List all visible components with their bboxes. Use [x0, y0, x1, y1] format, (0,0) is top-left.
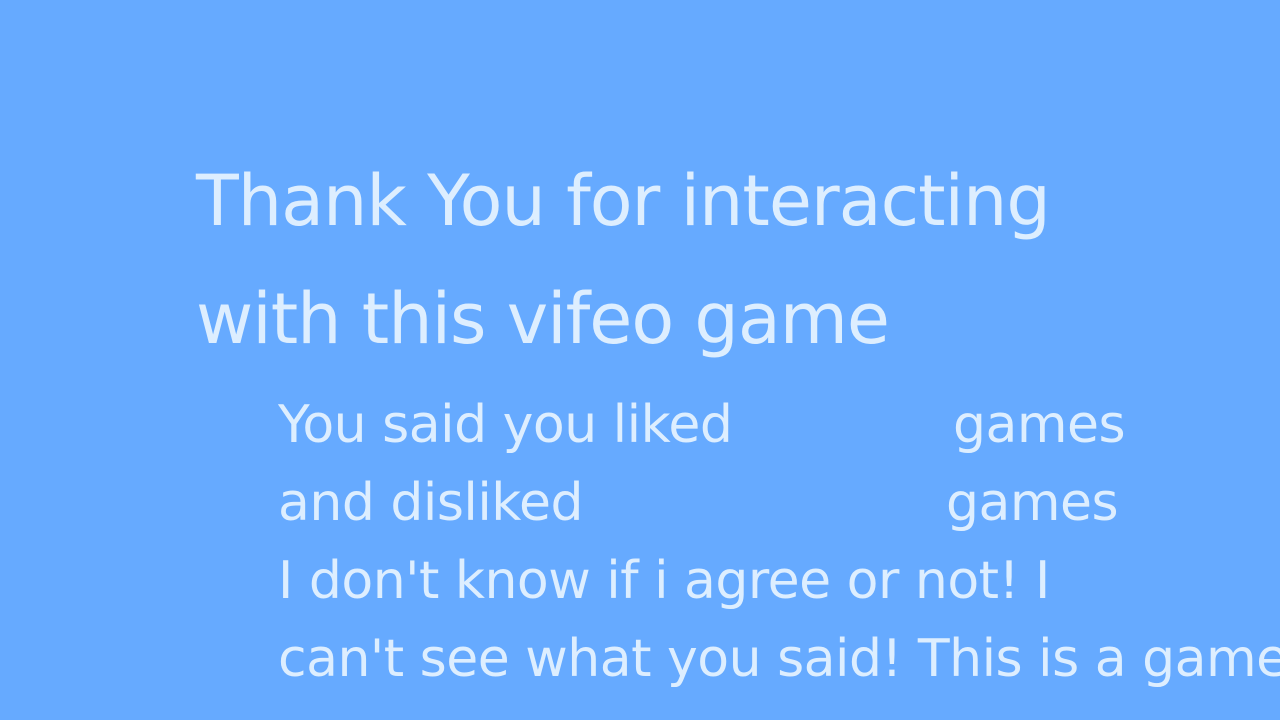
- game-preferences-message: You said you liked games and disliked ga…: [278, 386, 1280, 698]
- liked-games-line: You said you liked games: [278, 386, 1280, 464]
- agreement-text: I don't know if i agree or not! I: [278, 551, 1050, 611]
- cant-see-line: can't see what you said! This is a game: [278, 620, 1280, 698]
- thank-you-screen: Thank You for interacting with this vife…: [0, 0, 1280, 720]
- thank-you-title: Thank You for interacting with this vife…: [196, 142, 1051, 378]
- title-line-2: with this vifeo game: [196, 278, 890, 360]
- title-line-1: Thank You for interacting: [196, 160, 1051, 242]
- disliked-games-prefix: and disliked: [278, 473, 584, 533]
- liked-games-prefix: You said you liked: [278, 395, 733, 455]
- disliked-games-suffix: games: [946, 473, 1119, 533]
- cant-see-text: can't see what you said! This is a game: [278, 629, 1280, 689]
- agreement-line: I don't know if i agree or not! I: [278, 542, 1280, 620]
- liked-games-suffix: games: [953, 395, 1126, 455]
- disliked-games-line: and disliked games: [278, 464, 1280, 542]
